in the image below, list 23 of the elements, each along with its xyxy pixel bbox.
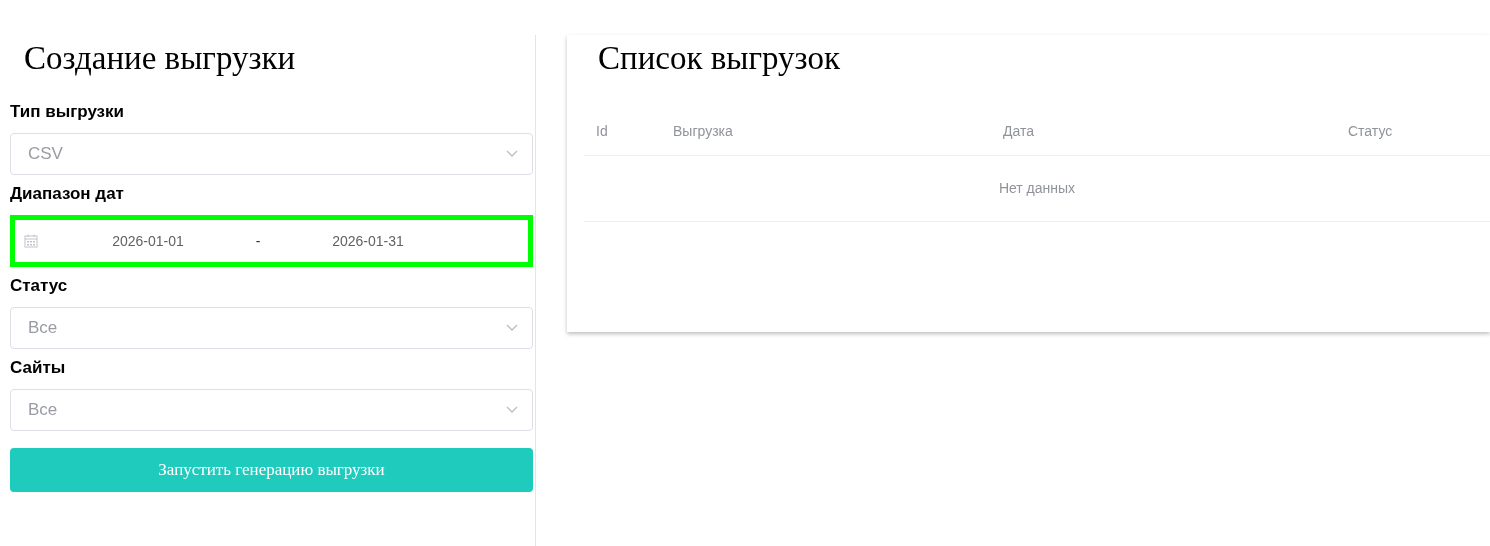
column-header: Дата — [1003, 122, 1034, 139]
panel-title: Список выгрузок — [597, 39, 841, 78]
start-date[interactable]: 2026-01-01 — [83, 230, 213, 252]
date-range-field[interactable]: 2026-01-01 - 2026-01-31 — [10, 215, 533, 267]
column-header: Id — [596, 122, 608, 139]
column-header: Статус — [1348, 122, 1393, 139]
column-header: Выгрузка — [673, 122, 733, 139]
range-separator: - — [254, 231, 262, 251]
select-field[interactable]: Все — [10, 389, 533, 431]
select-field[interactable]: CSV — [10, 133, 533, 175]
generate-button[interactable]: Запустить генерацию выгрузки — [10, 448, 533, 492]
chevron-down-icon — [506, 324, 518, 332]
select-field[interactable]: Все — [10, 307, 533, 349]
chevron-down-icon — [506, 150, 518, 158]
field-label: Тип выгрузки — [10, 102, 126, 122]
end-date[interactable]: 2026-01-31 — [303, 230, 433, 252]
empty-table-text: Нет данных — [998, 179, 1076, 198]
field-label: Статус — [10, 276, 69, 296]
field-label: Диапазон дат — [10, 184, 125, 204]
chevron-down-icon — [506, 406, 518, 414]
panel-title: Создание выгрузки — [23, 39, 297, 78]
calendar-icon — [24, 234, 38, 248]
field-label: Сайты — [10, 358, 67, 378]
